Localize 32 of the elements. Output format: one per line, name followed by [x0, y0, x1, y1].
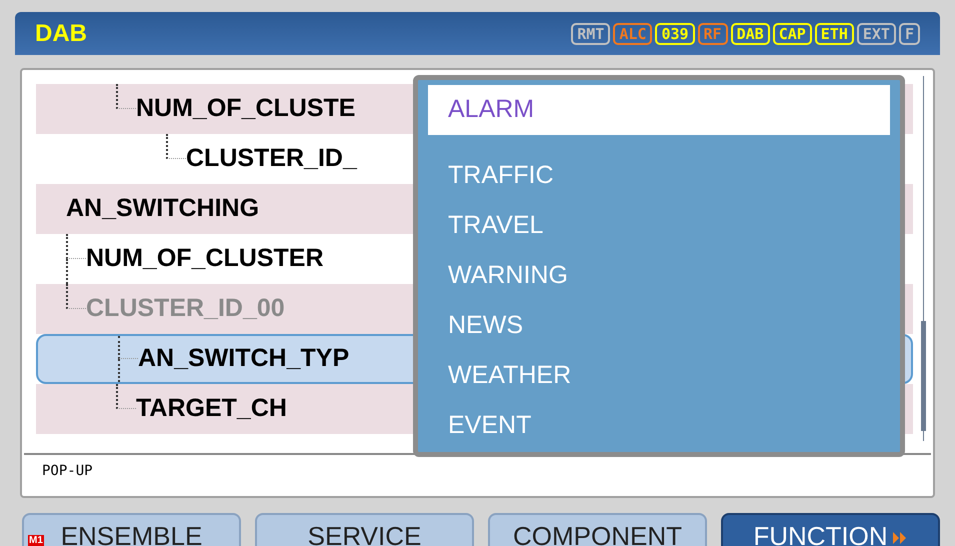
tab[interactable]: FUNCTION	[721, 513, 940, 546]
status-badge: ETH	[814, 22, 854, 44]
tab[interactable]: COMPONENT	[488, 513, 707, 546]
tab-badge: M1	[28, 535, 44, 546]
status-badge: CAP	[772, 22, 812, 44]
status-badge: RF	[698, 22, 728, 44]
tab[interactable]: SERVICE	[255, 513, 474, 546]
tab[interactable]: M1 ENSEMBLE	[22, 513, 241, 546]
tree-label: AN_SWITCH_TYP	[138, 343, 350, 374]
menu-item[interactable]: WARNING	[428, 251, 890, 301]
menu-item[interactable]: ALARM	[428, 85, 890, 135]
tree-label: TARGET_CH	[136, 393, 287, 424]
double-chevron-icon	[892, 531, 908, 545]
tree-label: NUM_OF_CLUSTER	[86, 243, 324, 274]
status-badge: ALC	[613, 22, 652, 44]
scrollbar[interactable]	[919, 76, 927, 441]
status-badge: RMT	[571, 22, 610, 44]
window-title: DAB	[35, 18, 87, 48]
tree-label: AN_SWITCHING	[66, 193, 260, 224]
menu-item[interactable]: WEATHER	[428, 351, 890, 401]
status-badge: EXT	[856, 22, 896, 44]
status-badge: 039	[655, 22, 695, 44]
status-badge: F	[898, 22, 920, 44]
status-text: POP-UP	[42, 462, 94, 481]
status-badge: DAB	[730, 22, 770, 44]
menu-item[interactable]: TRAVEL	[428, 201, 890, 251]
menu-item[interactable]: TRAFFIC	[428, 151, 890, 201]
menu-item[interactable]: EVENT	[428, 401, 890, 451]
tree-label: NUM_OF_CLUSTE	[136, 93, 356, 124]
menu-item[interactable]: NEWS	[428, 301, 890, 351]
tree-label: CLUSTER_ID_	[186, 143, 357, 174]
tree-label: CLUSTER_ID_00	[86, 293, 285, 324]
